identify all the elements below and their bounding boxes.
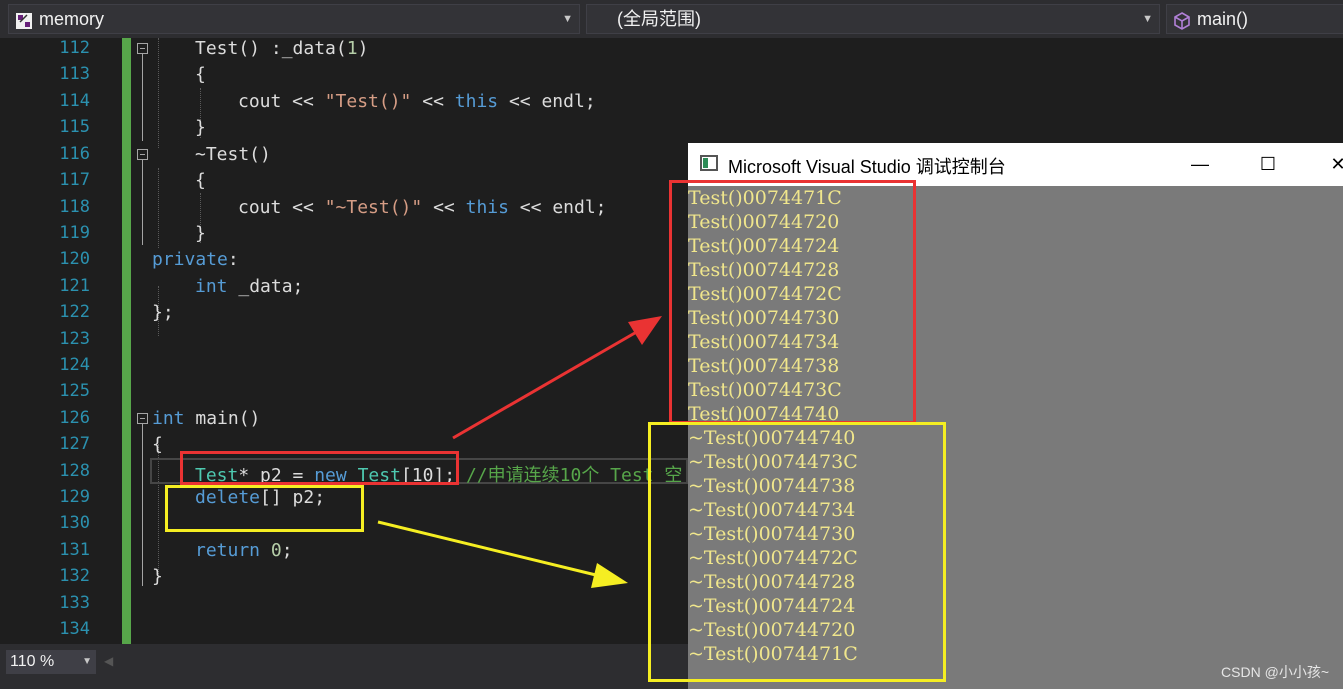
- line-number: 125: [59, 381, 90, 401]
- zoom-dropdown[interactable]: 110 % ▼: [6, 650, 96, 674]
- scope-dropdown[interactable]: (全局范围) ▼: [586, 4, 1160, 34]
- code-token: ;: [281, 540, 293, 561]
- code-line-121[interactable]: int _data;: [195, 276, 303, 297]
- annotation-red-box-code: [180, 451, 459, 485]
- fold-guide: [142, 160, 143, 245]
- code-line-117[interactable]: {: [195, 170, 206, 191]
- code-token: :: [227, 249, 239, 270]
- code-token: main(): [184, 408, 261, 429]
- fold-guide: [142, 54, 143, 141]
- console-app-icon: [700, 155, 718, 171]
- chevron-down-icon: ▼: [82, 656, 92, 667]
- line-number: 132: [59, 566, 90, 586]
- maximize-button[interactable]: ☐: [1248, 148, 1288, 180]
- fold-guide: [142, 424, 143, 586]
- code-line-113[interactable]: {: [195, 64, 206, 85]
- code-line-131[interactable]: return 0;: [195, 540, 293, 561]
- code-line-118[interactable]: cout << "~Test()" << this << endl;: [238, 197, 607, 218]
- line-number: 120: [59, 249, 90, 269]
- line-number: 129: [59, 487, 90, 507]
- collapse-toggle-icon[interactable]: [137, 43, 148, 54]
- line-number: 126: [59, 408, 90, 428]
- code-token: cout <<: [238, 91, 325, 112]
- indent-guide: [158, 38, 159, 148]
- zoom-level: 110 %: [10, 653, 55, 670]
- code-token: _data;: [227, 276, 304, 297]
- method-cube-icon: [1173, 10, 1191, 30]
- code-token: 0: [270, 540, 282, 561]
- code-token: int: [195, 276, 228, 297]
- code-token: this: [454, 91, 499, 112]
- line-number: 131: [59, 540, 90, 560]
- line-number: 112: [59, 38, 90, 58]
- code-token: <<: [422, 197, 466, 218]
- line-number: 134: [59, 619, 90, 639]
- code-token: 1: [346, 38, 358, 59]
- code-token: ): [357, 38, 369, 59]
- line-number: 122: [59, 302, 90, 322]
- line-number: 116: [59, 144, 90, 164]
- collapse-toggle-icon[interactable]: [137, 413, 148, 424]
- code-token: "~Test()": [324, 197, 423, 218]
- scroll-left-icon[interactable]: ◀: [104, 654, 113, 668]
- code-token: int: [152, 408, 185, 429]
- code-line-132[interactable]: }: [152, 566, 163, 587]
- code-token: "Test()": [324, 91, 412, 112]
- code-token: << endl;: [498, 91, 596, 112]
- line-number: 113: [59, 64, 90, 84]
- project-name: memory: [39, 9, 105, 29]
- code-token: return: [195, 540, 261, 561]
- annotation-red-box-console: [669, 180, 916, 424]
- code-token: << endl;: [508, 197, 607, 218]
- code-line-112[interactable]: Test() :_data(1): [195, 38, 368, 59]
- line-number: 124: [59, 355, 90, 375]
- code-token: Test() :_data(: [195, 38, 347, 59]
- collapse-toggle-icon[interactable]: [137, 149, 148, 160]
- scope-name: (全局范围): [617, 9, 701, 29]
- line-number: 117: [59, 170, 90, 190]
- annotation-yellow-box-code: [165, 485, 364, 532]
- code-line-126[interactable]: int main(): [152, 408, 260, 429]
- code-token: private: [152, 249, 228, 270]
- project-dropdown[interactable]: memory ▼: [8, 4, 580, 34]
- line-number: 128: [59, 461, 90, 481]
- function-dropdown[interactable]: main(): [1166, 4, 1343, 34]
- code-token: cout <<: [238, 197, 325, 218]
- code-line-119[interactable]: }: [195, 223, 206, 244]
- line-number: 118: [59, 197, 90, 217]
- line-number: 127: [59, 434, 90, 454]
- indent-guide: [158, 168, 159, 248]
- code-line-120[interactable]: private:: [152, 249, 239, 270]
- navigation-bar: memory ▼ (全局范围) ▼ main(): [0, 0, 1343, 38]
- project-icon: [15, 10, 33, 29]
- line-number: 114: [59, 91, 90, 111]
- minimize-button[interactable]: —: [1180, 148, 1220, 180]
- chevron-down-icon: ▼: [562, 13, 573, 25]
- code-line-114[interactable]: cout << "Test()" << this << endl;: [238, 91, 596, 112]
- annotation-yellow-box-console: [648, 422, 946, 682]
- code-line-116[interactable]: ~Test(): [195, 144, 271, 165]
- line-number: 121: [59, 276, 90, 296]
- code-token: this: [465, 197, 509, 218]
- chevron-down-icon: ▼: [1142, 13, 1153, 25]
- line-number: 115: [59, 117, 90, 137]
- line-number: 119: [59, 223, 90, 243]
- code-line-127[interactable]: {: [152, 434, 163, 455]
- code-line-115[interactable]: }: [195, 117, 206, 138]
- watermark: CSDN @小小孩~: [1221, 664, 1329, 680]
- function-name: main(): [1197, 9, 1249, 29]
- code-token: <<: [411, 91, 455, 112]
- line-number: 130: [59, 513, 90, 533]
- console-title: Microsoft Visual Studio 调试控制台: [728, 157, 1006, 177]
- change-tracking-bar: [122, 38, 131, 644]
- indicator-margin: [0, 38, 30, 644]
- code-line-122[interactable]: };: [152, 302, 174, 323]
- close-button[interactable]: ✕: [1318, 148, 1343, 180]
- line-number: 123: [59, 329, 90, 349]
- line-number: 133: [59, 593, 90, 613]
